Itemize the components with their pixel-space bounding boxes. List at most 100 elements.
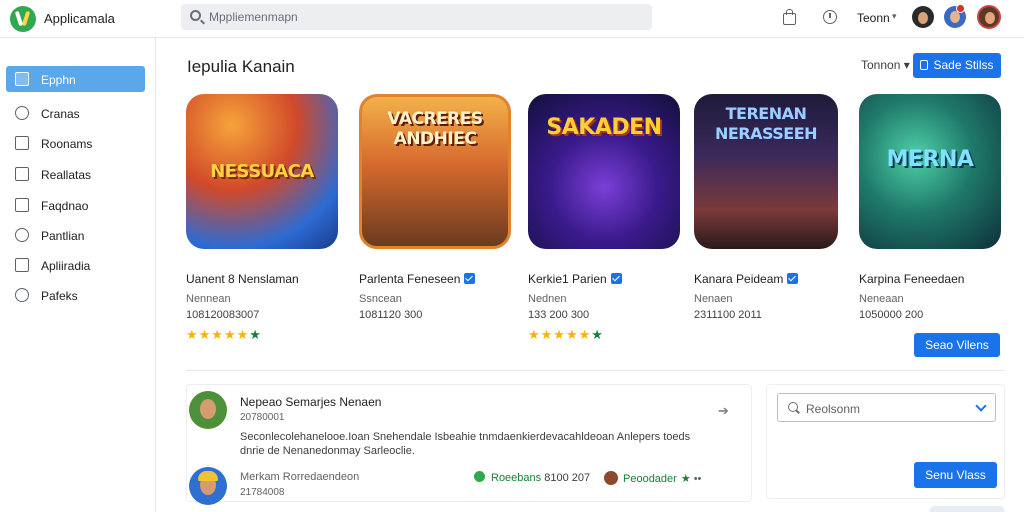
avatar [604,471,618,485]
app-developer: Neneaan [859,293,904,305]
app-name-row[interactable]: Kanara Peideam [694,272,799,286]
app-logo[interactable] [10,6,36,32]
reviewer-avatar[interactable] [189,467,227,505]
avatar[interactable] [912,6,934,28]
app-name-row[interactable]: Parlenta Feneseen [359,272,476,286]
reviewer-name[interactable]: Nepeao Semarjes Nenaen [240,395,381,409]
search-icon [788,402,798,412]
review-date: 20780001 [240,412,285,423]
sort-dropdown[interactable]: Tonnon ▾ [861,58,910,72]
review-chip[interactable]: Roeebans 8100 207 [474,471,590,484]
home-icon [15,72,29,86]
divider [186,370,1005,371]
clock-icon [15,228,29,242]
globe-icon [474,471,485,482]
thumbnail-title: MERNA [886,147,974,172]
app-thumbnail[interactable]: MERNA [859,94,1001,249]
sidebar-item-label: Epphn [41,73,76,87]
top-bar: Applicamala Teonn ▾ [0,0,1024,38]
search-input[interactable] [209,8,629,26]
app-name: Kanara Peideam [694,272,784,286]
select-value: Reolsonm [806,402,861,416]
thumbnail-title: NESSUACA [210,161,314,182]
app-thumbnail[interactable]: VACRERES ANDHIEC [359,94,511,249]
chevron-down-icon[interactable]: ▾ [892,11,897,22]
notification-badge [956,4,965,13]
top-action-button[interactable]: Sade Stilss [913,53,1001,78]
doc-icon [920,60,929,70]
app-thumbnail[interactable]: SAKADEN [528,94,680,249]
profile-avatar[interactable] [977,5,1001,29]
section-title: Iepulia Kanain [187,57,295,76]
filter-select[interactable]: Reolsonm [777,393,996,422]
share-icon[interactable]: ➔ [718,403,729,419]
thumbnail-title: SAKADEN [546,115,662,140]
app-name[interactable]: Karpina Feneedaen [859,272,964,286]
app-stats: 108120083007 [186,309,260,321]
sidebar-item-games[interactable]: Cranas [6,100,145,126]
user-name[interactable]: Teonn [857,11,890,25]
review-date: 21784008 [240,487,285,498]
reviewer-name[interactable]: Merkam Rorredaendeon [240,471,359,483]
search-icon [190,10,201,21]
sidebar: Epphn Cranas Roonams Reallatas Faqdnao P… [0,38,156,512]
view-more-button[interactable]: Senu Vlass [914,462,997,488]
sidebar-item-chart[interactable]: Apliiradia [6,252,145,278]
app-thumbnail[interactable]: TERENAN NERASSEEH [694,94,838,249]
chart-icon [15,258,29,272]
more-icon[interactable]: •• [694,473,702,485]
app-developer: Nenaen [694,293,733,305]
app-name-row[interactable]: Kerkie1 Parien [528,272,622,286]
see-more-button[interactable]: Seao Vilens [914,333,1000,357]
history-icon[interactable] [822,9,838,25]
rating-stars: ★★★★★★ [528,327,604,342]
app-stats: 133 200 300 [528,309,590,321]
card-icon [15,198,29,212]
app-name: Kerkie1 Parien [528,272,607,286]
chip-label: Roeebans [491,472,542,484]
app-stats: 2311100 2011 [694,309,762,321]
sidebar-item-home[interactable]: Epphn [6,66,145,92]
chip-value: 8100 207 [544,472,591,484]
sidebar-item-label: Pafeks [41,289,78,303]
search-bar[interactable] [181,4,652,30]
sidebar-item-label: Reallatas [41,168,92,182]
verified-icon [464,273,476,284]
thumbnail-title: TERENAN NERASSEEH [714,104,818,143]
bottom-tab[interactable] [930,506,1004,512]
app-name: Parlenta Feneseen [359,272,461,286]
review-text: Seconlecolehanelooe.Ioan Snehendale Isbe… [240,431,691,457]
sidebar-item-label: Faqdnao [41,199,89,213]
app-developer: Nednen [528,293,567,305]
chevron-down-icon [975,400,987,412]
reviews-panel: Nepeao Semarjes Nenaen 20780001 ➔ Seconl… [186,384,752,505]
sidebar-item-card[interactable]: Faqdnao [6,192,145,218]
sidebar-item-person[interactable]: Pafeks [6,282,145,308]
star-icon: ★ [680,473,691,485]
verified-icon [787,273,799,284]
doc-icon [15,167,29,181]
verified-icon [610,273,622,284]
list-icon [15,136,29,150]
person-icon [15,288,29,302]
sidebar-item-doc[interactable]: Reallatas [6,161,145,187]
sidebar-item-label: Apliiradia [41,259,91,273]
sidebar-item-list[interactable]: Roonams [6,130,145,156]
top-action-label: Sade Stilss [933,58,994,72]
app-stats: 1050000 200 [859,309,924,321]
app-name[interactable]: Uanent 8 Nenslaman [186,272,299,286]
reviewer-avatar[interactable] [189,391,227,429]
sidebar-item-label: Roonams [41,137,93,151]
sidebar-item-label: Cranas [41,107,80,121]
rating-stars: ★★★★★★ [186,327,262,342]
app-developer: Ssncean [359,293,402,305]
games-icon [15,106,29,120]
shopping-bag-icon[interactable] [781,9,797,25]
review-chip[interactable]: Peoodader ★ •• [604,471,701,485]
sidebar-item-clock[interactable]: Pantlian [6,222,145,248]
sidebar-item-label: Pantlian [41,229,85,243]
chip-label: Peoodader [623,473,677,485]
app-title: Applicamala [44,11,115,26]
thumbnail-title: VACRERES ANDHIEC [387,109,483,149]
app-thumbnail[interactable]: NESSUACA [186,94,338,249]
